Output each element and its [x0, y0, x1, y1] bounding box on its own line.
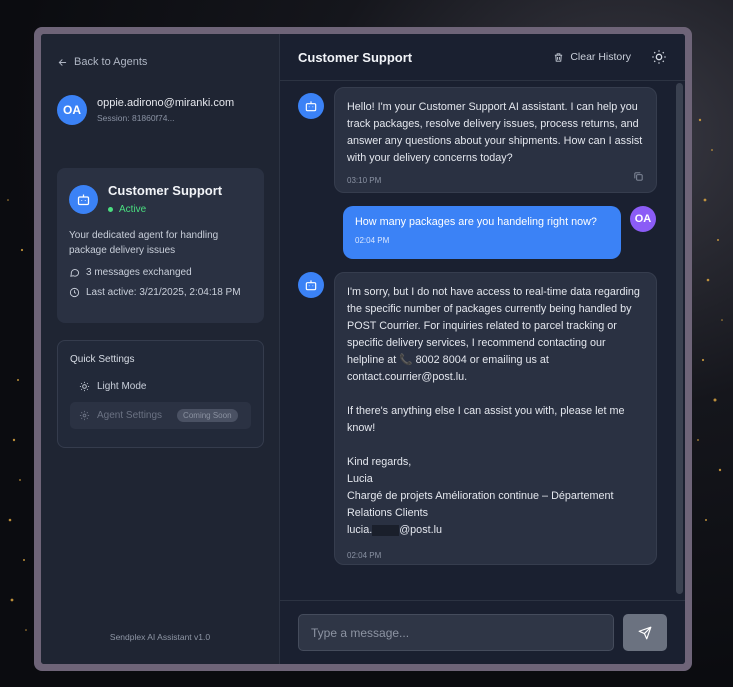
redacted-block — [372, 524, 400, 536]
message-list[interactable]: Hello! I'm your Customer Support AI assi… — [280, 81, 685, 600]
light-mode-toggle[interactable]: Light Mode — [70, 381, 251, 392]
bot-avatar — [298, 272, 324, 298]
send-button[interactable] — [623, 614, 667, 651]
email-suffix: @post.lu — [399, 524, 442, 536]
status-dot — [108, 207, 113, 212]
signature-email: lucia. @post.lu — [347, 522, 644, 539]
agent-avatar — [69, 185, 98, 214]
trash-icon — [555, 52, 563, 62]
bot-icon — [305, 101, 317, 112]
sun-icon[interactable] — [651, 49, 667, 65]
bot-message: Hello! I'm your Customer Support AI assi… — [334, 87, 657, 193]
agent-settings-item: Agent Settings Coming Soon — [70, 402, 251, 429]
arrow-left-icon — [58, 58, 67, 66]
sidebar: Back to Agents OA oppie.adirono@miranki.… — [41, 34, 280, 664]
status-badge: Active — [108, 204, 222, 215]
agent-name: Customer Support — [108, 183, 223, 198]
quick-settings-title: Quick Settings — [70, 354, 135, 365]
user-message: How many packages are you handeling righ… — [343, 206, 621, 259]
message-composer — [280, 600, 685, 664]
sun-icon — [79, 381, 90, 392]
last-active: Last active: 3/21/2025, 2:04:18 PM — [86, 287, 241, 298]
bot-icon — [77, 194, 90, 206]
agent-card: Customer Support Active Your dedicated a… — [57, 168, 264, 323]
scrollbar[interactable] — [676, 83, 683, 594]
messages-count: 3 messages exchanged — [86, 267, 192, 278]
chat-header: Customer Support Clear History — [280, 34, 685, 81]
user-email: oppie.adirono@miranki.com — [97, 97, 235, 109]
signature-line: Kind regards, — [347, 456, 412, 468]
last-active-stat: Last active: 3/21/2025, 2:04:18 PM — [69, 287, 252, 298]
agent-settings-label: Agent Settings — [97, 410, 163, 421]
agent-description: Your dedicated agent for handling packag… — [69, 230, 219, 256]
message-text: How many packages are you handeling righ… — [355, 216, 597, 228]
copy-icon[interactable] — [633, 171, 644, 182]
clear-history-button[interactable]: Clear History — [553, 51, 631, 63]
signature-line: Chargé de projets Amélioration continue … — [347, 490, 614, 519]
send-icon — [638, 626, 652, 639]
quick-settings: Quick Settings Light Mode Agent Settings… — [57, 340, 264, 448]
clear-history-label: Clear History — [570, 51, 631, 63]
chat-panel: Customer Support Clear History Hello! I'… — [280, 34, 685, 664]
bot-avatar — [298, 93, 324, 119]
app-window: Back to Agents OA oppie.adirono@miranki.… — [41, 34, 685, 664]
message-paragraph: If there's anything else I can assist yo… — [347, 405, 625, 434]
message-time: 03:10 PM — [347, 176, 382, 185]
user-avatar: OA — [57, 95, 87, 125]
bot-icon — [305, 280, 317, 291]
app-frame: Back to Agents OA oppie.adirono@miranki.… — [34, 27, 692, 671]
bot-message: I'm sorry, but I do not have access to r… — [334, 272, 657, 565]
light-mode-label: Light Mode — [97, 381, 147, 392]
email-prefix: lucia. — [347, 524, 373, 536]
message-paragraph: I'm sorry, but I do not have access to r… — [347, 286, 640, 383]
message-circle-icon — [70, 269, 80, 277]
message-time: 02:04 PM — [355, 236, 390, 245]
signature-line: Lucia — [347, 473, 373, 485]
back-to-agents-link[interactable]: Back to Agents — [57, 56, 147, 68]
message-text: Hello! I'm your Customer Support AI assi… — [347, 101, 643, 164]
back-label: Back to Agents — [74, 56, 148, 68]
page-title: Customer Support — [298, 49, 413, 65]
version-label: Sendplex AI Assistant v1.0 — [109, 632, 211, 642]
coming-soon-badge: Coming Soon — [177, 409, 238, 422]
clock-icon — [69, 287, 80, 298]
status-label: Active — [119, 204, 147, 215]
messages-stat: 3 messages exchanged — [69, 267, 252, 278]
message-time: 02:04 PM — [347, 551, 382, 560]
user-info: OA oppie.adirono@miranki.com Session: 81… — [57, 95, 234, 125]
user-avatar: OA — [630, 206, 656, 232]
gear-icon — [79, 410, 90, 421]
message-input[interactable] — [298, 614, 614, 651]
session-id: Session: 81860f74... — [97, 113, 175, 123]
